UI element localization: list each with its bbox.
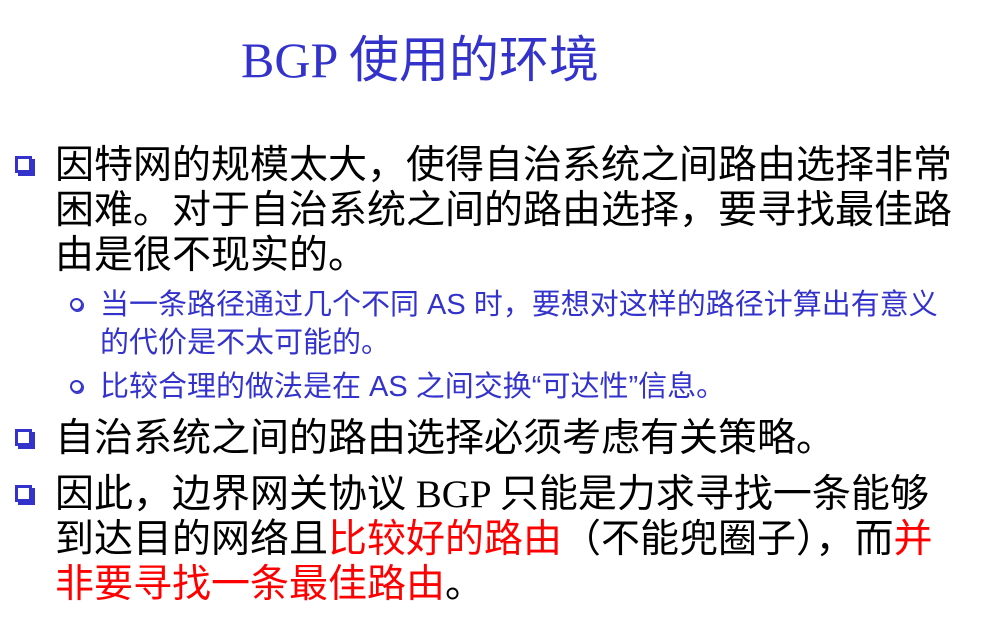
circle-bullet-icon [70,298,83,311]
circle-bullet-icon [70,380,83,393]
square-bullet-icon [15,429,32,446]
sub-bullet-1: 当一条路径通过几个不同 AS 时，要想对这样的路径计算出有意义的代价是不太可能的… [70,286,960,362]
bullet-3: 因此，边界网关协议 BGP 只能是力求寻找一条能够到达目的网络且比较好的路由（不… [15,472,955,607]
square-bullet-icon [15,156,32,173]
bullet-2: 自治系统之间的路由选择必须考虑有关策略。 [15,416,955,461]
sub-bullet-2: 比较合理的做法是在 AS 之间交换“可达性”信息。 [70,368,960,406]
sub-bullet-text: 比较合理的做法是在 AS 之间交换“可达性”信息。 [100,371,726,403]
bullet-text-3: 。 [445,563,485,606]
bullet-text: 自治系统之间的路由选择必须考虑有关策略。 [55,417,836,460]
square-bullet-icon [15,485,32,502]
bullet-text-2: （不能兜圈子），而 [562,518,894,561]
slide-title: BGP 使用的环境 [241,32,599,88]
bullet-text: 因特网的规模太大，使得自治系统之间路由选择非常困难。对于自治系统之间的路由选择，… [55,144,953,277]
highlight-text-1: 比较好的路由 [328,518,563,561]
sub-bullet-text: 当一条路径通过几个不同 AS 时，要想对这样的路径计算出有意义的代价是不太可能的… [100,289,938,359]
bullet-1: 因特网的规模太大，使得自治系统之间路由选择非常困难。对于自治系统之间的路由选择，… [15,143,955,278]
